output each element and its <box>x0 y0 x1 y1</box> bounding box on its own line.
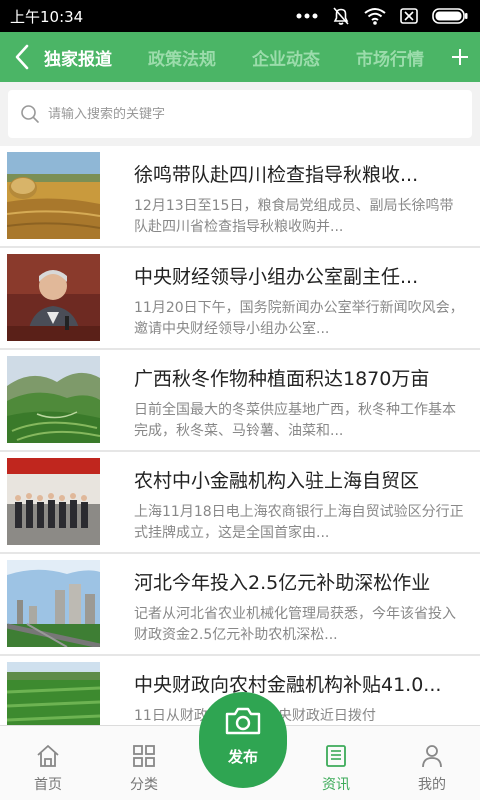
news-title: 中央财经领导小组办公室副主任... <box>134 266 419 288</box>
tab-exclusive-reports[interactable]: 独家报道 <box>44 45 112 70</box>
news-title: 中央财政向农村金融机构补贴41.0... <box>134 674 442 696</box>
nav-news[interactable]: 资讯 <box>288 726 384 800</box>
news-title: 河北今年投入2.5亿元补助深松作业 <box>134 572 431 594</box>
camera-icon <box>224 706 262 740</box>
news-summary: 日前全国最大的冬菜供应基地广西，秋冬种工作基本完成，秋冬菜、马铃薯、油菜和... <box>134 402 456 439</box>
news-title: 徐鸣带队赴四川检查指导秋粮收... <box>134 164 419 186</box>
tab-market-quotes[interactable]: 市场行情 <box>356 45 424 70</box>
publish-label: 发布 <box>227 748 258 766</box>
nav-home-label: 首页 <box>34 777 62 793</box>
search-box[interactable] <box>8 90 472 138</box>
battery-icon <box>432 8 468 24</box>
top-tab-bar: 独家报道 政策法规 企业动态 市场行情 <box>0 32 480 82</box>
nav-news-label: 资讯 <box>322 777 350 793</box>
news-summary: 11日从财政部获悉，中央财政近日拨付 <box>134 706 464 725</box>
news-item[interactable]: 农村中小金融机构入驻上海自贸区 上海11月18日电上海农商银行上海自贸试验区分行… <box>0 452 480 554</box>
news-summary: 12月13日至15日，粮食局党组成员、副局长徐鸣带队赴四川省检查指导秋粮收购并.… <box>134 198 454 235</box>
back-button[interactable] <box>0 32 44 82</box>
news-summary: 11月20日下午，国务院新闻办公室举行新闻吹风会，邀请中央财经领导小组办公室..… <box>134 300 464 337</box>
search-icon <box>21 105 39 123</box>
add-channel-button[interactable] <box>440 32 480 82</box>
search-area <box>0 82 480 146</box>
back-arrow-icon <box>15 44 29 70</box>
search-input[interactable] <box>48 106 428 122</box>
news-title: 农村中小金融机构入驻上海自贸区 <box>134 470 420 492</box>
news-thumbnail <box>7 152 100 239</box>
news-thumbnail <box>7 254 100 341</box>
publish-button[interactable]: 发布 <box>199 692 287 788</box>
category-tabs: 独家报道 政策法规 企业动态 市场行情 <box>44 32 440 82</box>
news-title: 广西秋冬作物种植面积达1870万亩 <box>134 368 430 390</box>
nav-category[interactable]: 分类 <box>96 726 192 800</box>
tab-enterprise-news[interactable]: 企业动态 <box>252 45 320 70</box>
nav-home[interactable]: 首页 <box>0 726 96 800</box>
document-icon <box>323 742 349 770</box>
news-summary: 记者从河北省农业机械化管理局获悉，今年该省投入财政资金2.5亿元补助农机深松..… <box>134 606 456 643</box>
grid-icon <box>131 742 157 770</box>
user-icon <box>419 742 445 770</box>
nav-category-label: 分类 <box>130 777 158 793</box>
news-item[interactable]: 广西秋冬作物种植面积达1870万亩 日前全国最大的冬菜供应基地广西，秋冬种工作基… <box>0 350 480 452</box>
news-thumbnail <box>7 560 100 647</box>
wifi-icon <box>364 7 386 25</box>
news-summary: 上海11月18日电上海农商银行上海自贸试验区分行正式挂牌成立，这是全国首家由..… <box>134 504 464 541</box>
status-bar: 上午10:34 <box>0 0 480 32</box>
home-icon <box>35 742 61 770</box>
news-item[interactable]: 中央财经领导小组办公室副主任... 11月20日下午，国务院新闻办公室举行新闻吹… <box>0 248 480 350</box>
news-thumbnail <box>7 662 100 725</box>
ellipsis-icon <box>296 12 318 20</box>
plus-icon <box>452 49 468 65</box>
nav-mine-label: 我的 <box>418 777 446 793</box>
mute-bell-icon <box>332 6 350 26</box>
news-thumbnail <box>7 356 100 443</box>
news-item[interactable]: 河北今年投入2.5亿元补助深松作业 记者从河北省农业机械化管理局获悉，今年该省投… <box>0 554 480 656</box>
no-sim-icon <box>400 8 418 24</box>
news-list: 徐鸣带队赴四川检查指导秋粮收... 12月13日至15日，粮食局党组成员、副局长… <box>0 146 480 725</box>
news-item[interactable]: 徐鸣带队赴四川检查指导秋粮收... 12月13日至15日，粮食局党组成员、副局长… <box>0 146 480 248</box>
tab-policies-regulations[interactable]: 政策法规 <box>148 45 216 70</box>
news-thumbnail <box>7 458 100 545</box>
status-time: 上午10:34 <box>10 7 84 26</box>
nav-mine[interactable]: 我的 <box>384 726 480 800</box>
